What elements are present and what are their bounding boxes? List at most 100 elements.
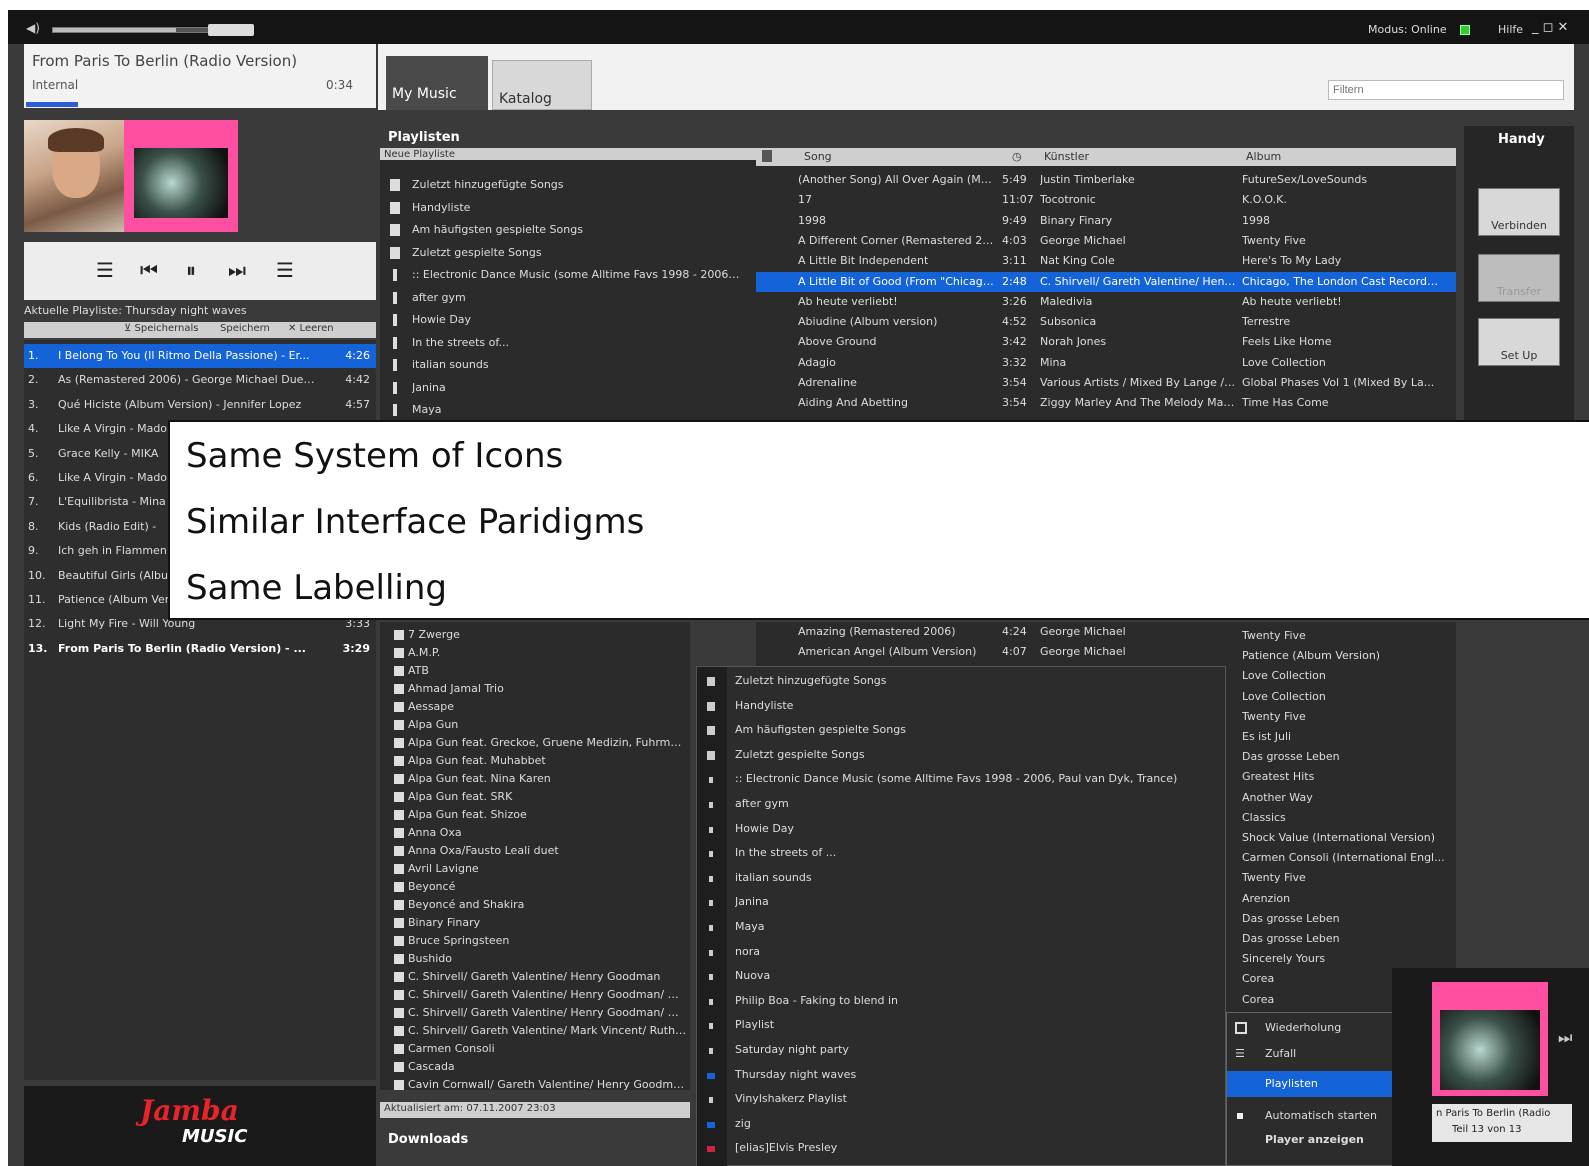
menu-item-playlist[interactable]: In the streets of ... [697,841,1227,866]
table-row[interactable]: Adagio 3:32 Mina Love Collection [756,353,1456,373]
list-item[interactable]: 2. As (Remastered 2006) - George Michael … [24,368,376,392]
playback-progress-bar[interactable] [26,102,78,107]
playlist-item[interactable]: Am häufigsten gespielte Songs [380,219,756,241]
expand-icon[interactable] [394,1062,404,1072]
window-controls-icon[interactable]: _ ◻ ✕ [1532,20,1568,35]
artist-item[interactable]: C. Shirvell/ Gareth Valentine/ Henry Goo… [380,986,690,1004]
previous-track-button[interactable]: ⏮ [140,258,158,282]
playlist-item[interactable]: Zuletzt hinzugefügte Songs [380,174,756,196]
table-row[interactable]: Abiudine (Album version) 4:52 Subsonica Ter… [756,312,1456,332]
playlist-item[interactable]: after gym [380,287,756,309]
album-item[interactable]: Shock Value (International Version) [1242,828,1450,848]
expand-icon[interactable] [394,846,404,856]
menu-item-playlist[interactable]: Nuova [697,964,1227,989]
artist-item[interactable]: Alpa Gun [380,716,690,734]
artist-item[interactable]: Cavin Cornwall/ Gareth Valentine/ Henry … [380,1076,690,1094]
menu-item-playlist[interactable]: Vinylshakerz Playlist [697,1087,1227,1112]
album-item[interactable]: Twenty Five [1242,868,1450,888]
expand-icon[interactable] [394,882,404,892]
expand-icon[interactable] [394,702,404,712]
table-row[interactable]: 17 11:07 Tocotronic K.O.O.K. [756,190,1456,210]
album-item[interactable]: Patience (Album Version) [1242,646,1450,666]
expand-icon[interactable] [394,792,404,802]
list-item[interactable]: 3. Qué Hiciste (Album Version) - Jennifer… [24,393,376,417]
album-item[interactable]: Greatest Hits [1242,767,1450,787]
artist-item[interactable]: Beyoncé and Shakira [380,896,690,914]
artist-item[interactable]: Bushido [380,950,690,968]
queue-icon[interactable]: ☰ [96,258,114,282]
album-item[interactable]: Es ist Juli [1242,727,1450,747]
playlist-item[interactable]: Zuletzt gespielte Songs [380,242,756,264]
album-item[interactable]: Twenty Five [1242,707,1450,727]
artist-item[interactable]: Alpa Gun feat. Muhabbet [380,752,690,770]
table-row[interactable]: Above Ground 3:42 Norah Jones Feels Like Ho… [756,332,1456,352]
filter-input[interactable] [1328,80,1564,100]
expand-icon[interactable] [394,648,404,658]
artist-item[interactable]: Binary Finary [380,914,690,932]
expand-icon[interactable] [394,918,404,928]
menu-item-playlist[interactable]: [elias]Elvis Presley [697,1136,1227,1161]
save-as-button[interactable]: ⊻ Speichernals [124,323,199,334]
artist-item[interactable]: C. Shirvell/ Gareth Valentine/ Mark Vinc… [380,1022,690,1040]
menu-item-playlist[interactable]: italian sounds [697,866,1227,891]
expand-icon[interactable] [394,720,404,730]
artist-item[interactable]: Cascada [380,1058,690,1076]
artist-item[interactable]: Alpa Gun feat. Nina Karen [380,770,690,788]
artist-item[interactable]: C. Shirvell/ Gareth Valentine/ Henry Goo… [380,1004,690,1022]
expand-icon[interactable] [394,972,404,982]
artist-item[interactable]: A.M.P. [380,644,690,662]
artist-item[interactable]: Alpa Gun feat. SRK [380,788,690,806]
expand-icon[interactable] [394,864,404,874]
expand-icon[interactable] [394,1026,404,1036]
expand-icon[interactable] [394,756,404,766]
menu-item-playlist[interactable]: Janina [697,890,1227,915]
menu-icon[interactable]: ☰ [276,258,294,282]
expand-icon[interactable] [394,936,404,946]
menu-item-playlist[interactable]: Thursday night waves [697,1063,1227,1088]
table-row[interactable]: (Another Song) All Over Again (Ma... 5:49… [756,170,1456,190]
artist-item[interactable]: Beyoncé [380,878,690,896]
save-button[interactable]: Speichern [220,323,270,334]
expand-icon[interactable] [394,828,404,838]
expand-icon[interactable] [394,900,404,910]
expand-icon[interactable] [394,1008,404,1018]
artist-item[interactable]: 7 Zwerge [380,626,690,644]
artist-item[interactable]: Alpa Gun feat. Shizoe [380,806,690,824]
setup-button[interactable]: Set Up [1478,318,1560,366]
album-item[interactable]: Another Way [1242,788,1450,808]
album-item[interactable]: Das grosse Leben [1242,747,1450,767]
artist-item[interactable]: ATB [380,662,690,680]
expand-icon[interactable] [394,684,404,694]
expand-icon[interactable] [394,1080,404,1090]
artist-item[interactable]: Bruce Springsteen [380,932,690,950]
artist-item[interactable]: Anna Oxa [380,824,690,842]
playlist-item[interactable]: Maya [380,399,756,421]
menu-item-playlist[interactable]: Maya [697,915,1227,940]
expand-icon[interactable] [394,774,404,784]
album-item[interactable]: Love Collection [1242,687,1450,707]
menu-item-playlist[interactable]: Playlist [697,1013,1227,1038]
album-item[interactable]: Carmen Consoli (International Engl... [1242,848,1450,868]
menu-item-playlist[interactable]: Zuletzt gespielte Songs [697,743,1227,768]
table-row[interactable]: Aiding And Abetting 3:54 Ziggy Marley And … [756,393,1456,413]
list-item[interactable]: 13. From Paris To Berlin (Radio Version) … [24,637,376,661]
expand-icon[interactable] [394,630,404,640]
menu-item-playlist[interactable]: :: Electronic Dance Music (some Alltime … [697,767,1227,792]
playlist-item[interactable]: Handyliste [380,197,756,219]
next-track-button[interactable]: ⏭ [228,258,246,282]
playlist-item[interactable]: italian sounds [380,354,756,376]
playlist-item[interactable]: :: Electronic Dance Music (some Alltime … [380,264,756,286]
expand-icon[interactable] [394,990,404,1000]
table-row[interactable]: Ab heute verliebt! 3:26 Maledivia Ab heute … [756,292,1456,312]
menu-item-playlist[interactable]: zig [697,1112,1227,1137]
menu-item-playlist[interactable]: Philip Boa - Faking to blend in [697,989,1227,1014]
transfer-button[interactable]: Transfer [1478,254,1560,302]
column-album[interactable]: Album [1246,150,1281,163]
artist-item[interactable]: Carmen Consoli [380,1040,690,1058]
album-item[interactable]: Classics [1242,808,1450,828]
connect-button[interactable]: Verbinden [1478,188,1560,236]
list-item[interactable]: 1. I Belong To You (Il Ritmo Della Passio… [24,344,376,368]
menu-item-playlist[interactable]: Handyliste [697,694,1227,719]
expand-icon[interactable] [394,1044,404,1054]
menu-item-playlist[interactable]: Am häufigsten gespielte Songs [697,718,1227,743]
